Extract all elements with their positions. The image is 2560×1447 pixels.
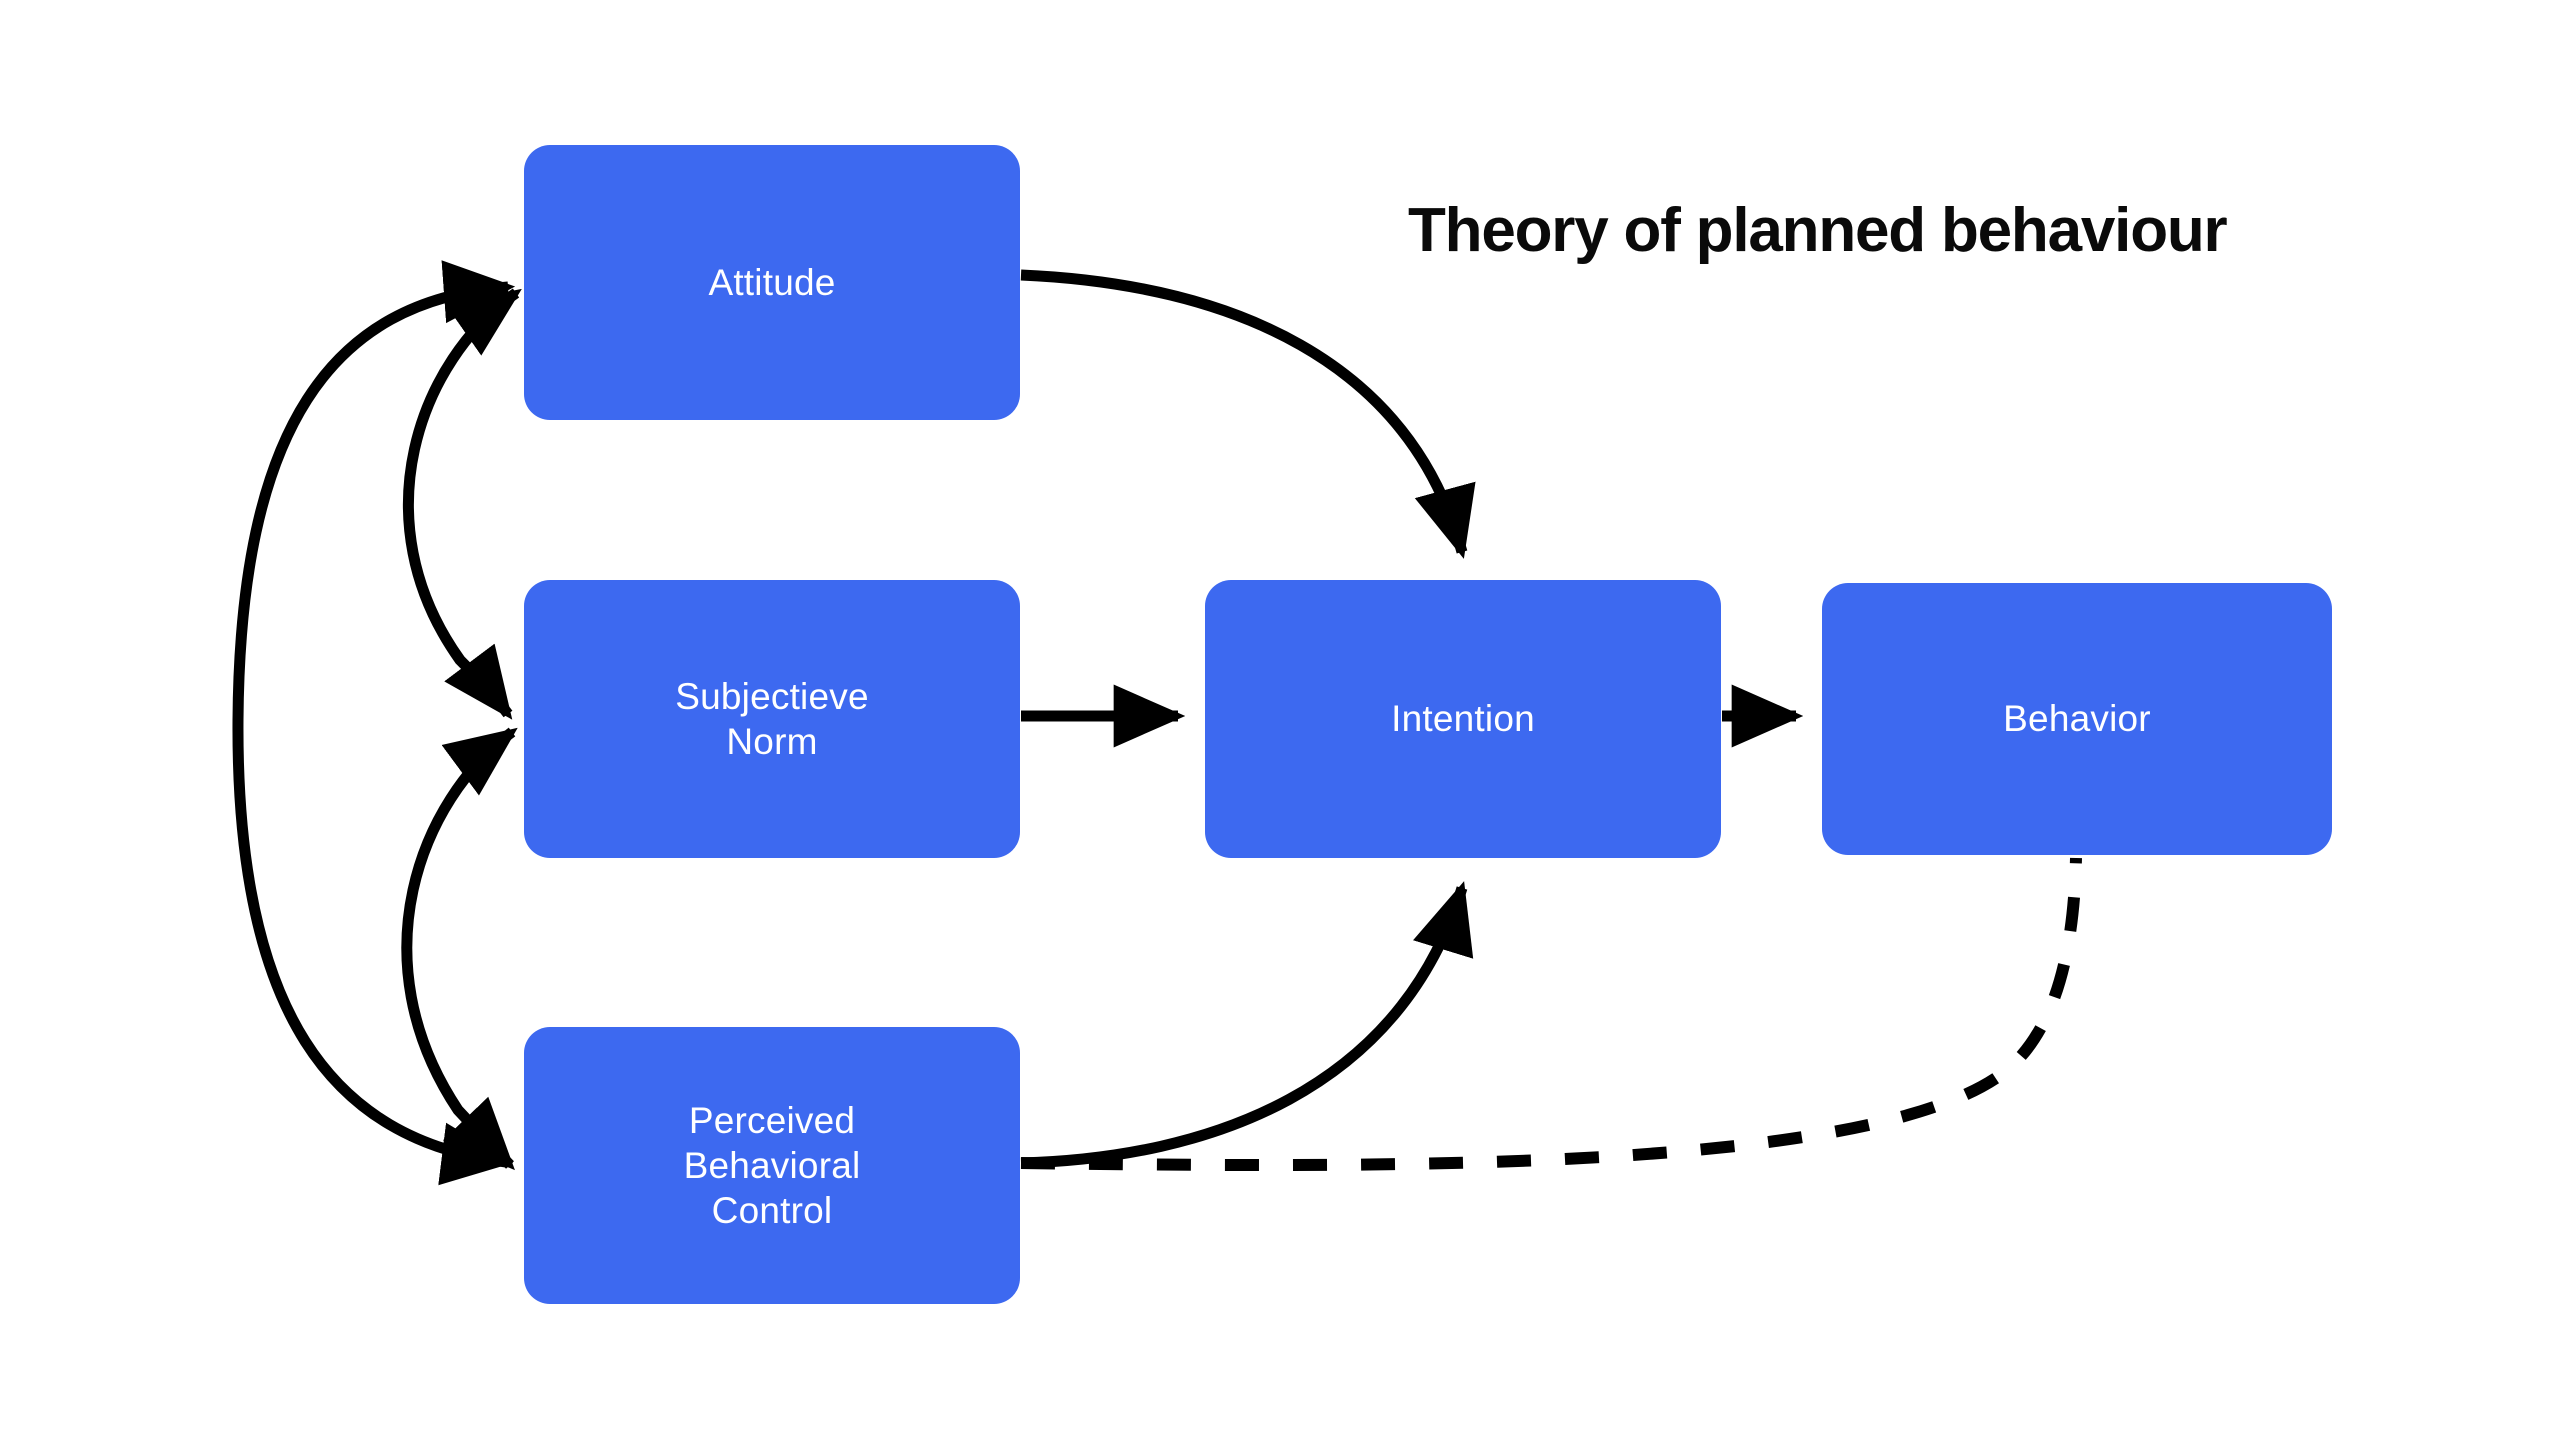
node-subjective-norm-label: Subjectieve Norm (675, 675, 869, 762)
node-subjective-norm[interactable]: Subjectieve Norm (524, 580, 1020, 858)
node-attitude[interactable]: Attitude (524, 145, 1020, 420)
node-perceived-behavioral-control-label: Perceived Behavioral Control (683, 1099, 861, 1232)
diagram-canvas: Attitude Subjectieve Norm Perceived Beha… (0, 0, 2560, 1447)
node-attitude-label: Attitude (708, 261, 836, 303)
node-intention-label: Intention (1391, 698, 1535, 740)
node-behavior[interactable]: Behavior (1822, 583, 2332, 855)
edge-pbc-to-behavior-dashed (1020, 857, 2082, 1172)
edge-attitude-to-pbc (232, 260, 516, 1186)
edge-attitude-to-intention (1020, 269, 1476, 559)
edge-pbc-to-intention (1020, 881, 1474, 1169)
edge-norm-to-pbc (401, 727, 518, 1171)
node-behavior-label: Behavior (2003, 698, 2151, 740)
node-intention[interactable]: Intention (1205, 580, 1721, 858)
node-perceived-behavioral-control[interactable]: Perceived Behavioral Control (524, 1027, 1020, 1304)
diagram-title: Theory of planned behaviour (1408, 196, 2228, 265)
edge-attitude-to-norm (402, 288, 522, 720)
